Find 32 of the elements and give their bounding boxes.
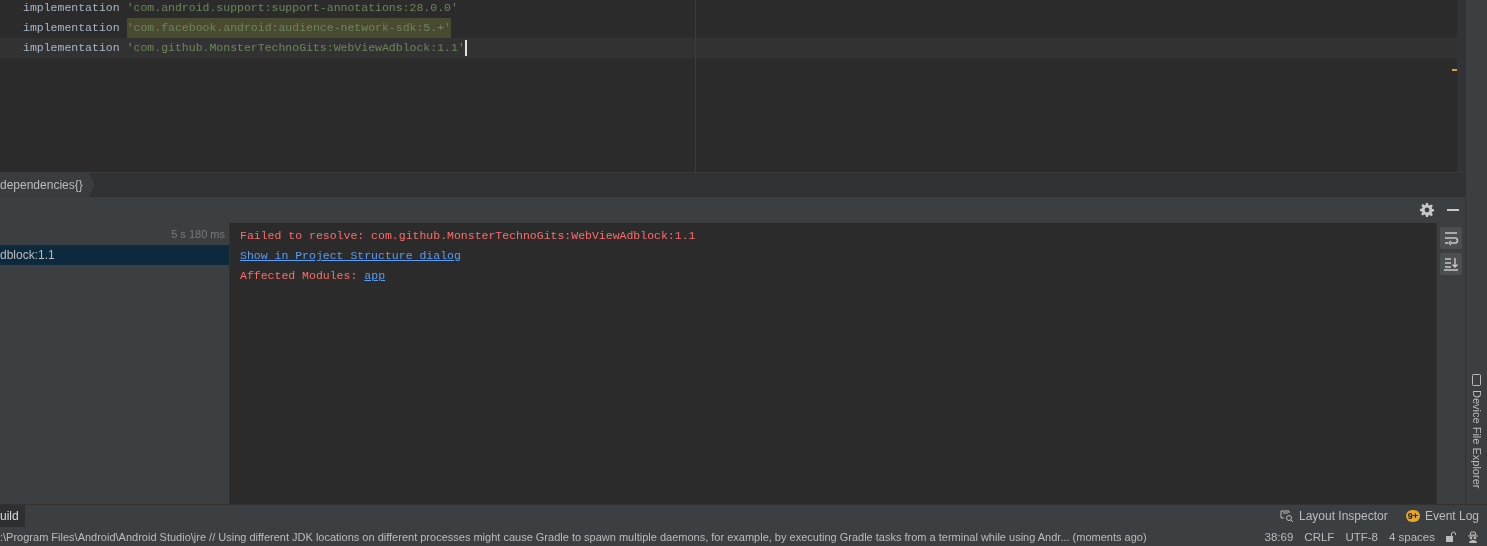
inspector-icon: [1279, 509, 1294, 523]
scrollbar[interactable]: [1457, 0, 1465, 172]
build-tab[interactable]: uild: [0, 505, 25, 528]
module-link[interactable]: app: [364, 269, 386, 282]
file-encoding[interactable]: UTF-8: [1345, 530, 1378, 543]
device-file-explorer-tab[interactable]: Device File Explorer: [1470, 373, 1483, 488]
cursor-position[interactable]: 38:69: [1264, 530, 1294, 543]
indent-setting[interactable]: 4 spaces: [1388, 530, 1435, 543]
code-keyword: implementation: [23, 40, 120, 56]
project-structure-link[interactable]: Show in Project Structure dialog: [240, 249, 461, 262]
code-string: 'com.android.support:support-annotations:28.0.0': [126, 0, 458, 16]
phone-icon: [1472, 373, 1481, 386]
breadcrumb[interactable]: dependencies{}: [0, 173, 95, 197]
layout-inspector-button[interactable]: Layout Inspector: [1279, 509, 1388, 524]
soft-wrap-icon[interactable]: [1440, 227, 1462, 249]
inspector-person-icon[interactable]: [1467, 530, 1479, 543]
notification-badge: 9+: [1405, 510, 1420, 523]
code-string: 'com.facebook.android:audience-network-sdk:5.+': [126, 18, 451, 38]
text-caret: [464, 40, 467, 56]
code-keyword: implementation: [23, 0, 120, 16]
line-separator[interactable]: CRLF: [1304, 530, 1335, 543]
tree-item[interactable]: dblock:1.1: [0, 245, 229, 265]
error-message: Failed to resolve: com.github.MonsterTechnoGits:WebViewAdblock:1.1: [240, 229, 696, 242]
event-log-button[interactable]: 9+ Event Log: [1405, 509, 1479, 524]
code-editor[interactable]: implementation 'com.android.support:support-annotations:28.0.0' implementation 'com.facebook.android:audience-network-sdk:5.+' implementation 'com.github.MonsterTechnoGits:WebViewAdblock:1.1': [0, 0, 1465, 172]
unlock-icon[interactable]: [1446, 531, 1456, 543]
status-message: :\Program Files\Android\Android Studio\jre // Using different JDK locations on different processes might cause Gradle to spawn multiple daemons, for example, by executing Gradle tasks from a terminal while using Andr... (moments ago): [0, 530, 1147, 543]
affected-modules-label: Affected Modules:: [240, 269, 358, 282]
scroll-to-end-icon[interactable]: [1440, 253, 1462, 275]
code-string: 'com.github.MonsterTechnoGits:WebViewAdblock:1.1': [126, 40, 465, 56]
code-keyword: implementation: [23, 20, 120, 36]
settings-icon[interactable]: [1420, 203, 1434, 217]
